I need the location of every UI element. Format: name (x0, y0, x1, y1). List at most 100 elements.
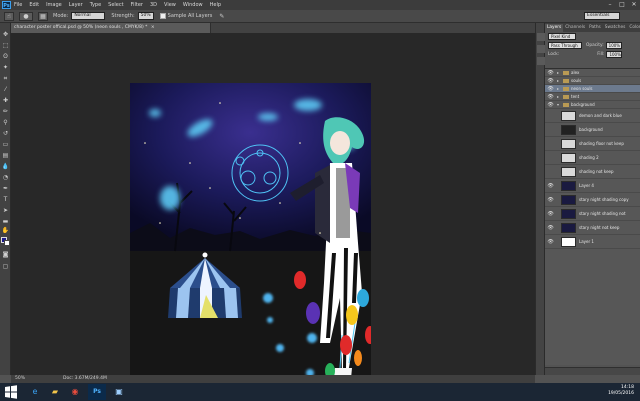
tab-layers[interactable]: Layers (545, 24, 564, 32)
zoom-level[interactable]: 50% (15, 375, 25, 383)
menu-layer[interactable]: Layer (69, 2, 83, 8)
eye-icon[interactable]: 👁 (547, 179, 554, 193)
eraser-tool-icon[interactable]: ▭ (1, 141, 10, 149)
eye-icon[interactable]: 👁 (547, 235, 554, 249)
windows-start-icon[interactable] (4, 385, 18, 399)
brush-preset-picker[interactable]: ● (19, 11, 33, 21)
layer-kind-filter[interactable]: Pixel Kind (548, 33, 576, 40)
brush-tool-icon[interactable]: ✏ (1, 108, 10, 116)
photoshop-taskbar-icon[interactable]: Ps (88, 384, 106, 400)
eye-icon[interactable]: 👁 (547, 85, 554, 93)
background-color-swatch[interactable] (4, 240, 10, 246)
blur-tool-icon[interactable]: 💧 (1, 163, 10, 171)
close-tab-icon[interactable]: × (151, 25, 155, 30)
layer-group-row[interactable]: 👁 ▸ alex (545, 69, 640, 77)
eye-icon[interactable]: 👁 (547, 77, 554, 85)
crop-tool-icon[interactable]: ⌗ (1, 75, 10, 83)
properties-panel-icon[interactable] (537, 45, 545, 53)
dodge-tool-icon[interactable]: ◔ (1, 174, 10, 182)
opacity-input[interactable]: 100% (605, 42, 622, 49)
tab-channels[interactable]: Channels (563, 24, 587, 32)
quick-select-tool-icon[interactable]: ✦ (1, 64, 10, 72)
layer-group-row[interactable]: 👁 ▸ tent (545, 93, 640, 101)
lasso-tool-icon[interactable]: ʘ (1, 53, 10, 61)
eye-icon[interactable]: 👁 (547, 193, 554, 207)
brush-panel-toggle-icon[interactable]: ▦ (38, 11, 48, 21)
fill-input[interactable]: 100% (606, 51, 623, 58)
expand-arrow-icon[interactable]: ▸ (557, 77, 559, 85)
menu-3d[interactable]: 3D (150, 2, 157, 8)
menu-view[interactable]: View (164, 2, 176, 8)
menu-window[interactable]: Window (183, 2, 203, 8)
hand-tool-icon[interactable]: ✋ (1, 227, 10, 235)
pen-tool-icon[interactable]: ✒ (1, 185, 10, 193)
strength-input[interactable]: 50% (137, 12, 154, 20)
expand-arrow-icon[interactable]: ▾ (557, 101, 559, 109)
move-tool-icon[interactable]: ✥ (1, 31, 10, 39)
expand-arrow-icon[interactable]: ▸ (557, 93, 559, 101)
file-explorer-icon[interactable]: ▰ (46, 384, 64, 400)
expand-arrow-icon[interactable]: ▸ (557, 85, 559, 93)
layer-group-row[interactable]: 👁 ▾ background (545, 101, 640, 109)
mode-select[interactable]: Normal (71, 12, 106, 20)
tab-swatches[interactable]: Swatches (603, 24, 628, 32)
menu-filter[interactable]: Filter (131, 2, 143, 8)
eyedropper-tool-icon[interactable]: ⁄ (1, 86, 10, 94)
clone-stamp-tool-icon[interactable]: ⚲ (1, 119, 10, 127)
eye-icon[interactable]: 👁 (547, 207, 554, 221)
finger-painting-icon[interactable]: ✎ (219, 13, 224, 20)
history-brush-tool-icon[interactable]: ↺ (1, 130, 10, 138)
layers-panel-footer (545, 367, 640, 375)
layer-row[interactable]: 👁 Layer 1 (545, 235, 640, 249)
layer-row[interactable]: demon and dark blue (545, 109, 640, 123)
eye-icon[interactable]: 👁 (547, 221, 554, 235)
smudge-tool-icon[interactable]: ☝ (4, 11, 14, 21)
layer-row[interactable]: background (545, 123, 640, 137)
menu-edit[interactable]: Edit (29, 2, 39, 8)
screen-mode-icon[interactable]: ▢ (1, 263, 10, 271)
path-selection-tool-icon[interactable]: ➤ (1, 207, 10, 215)
maximize-button[interactable]: □ (616, 0, 628, 10)
panel-tabs: Layers Channels Paths Swatches Color (545, 23, 640, 32)
expand-arrow-icon[interactable]: ▸ (557, 69, 559, 77)
document-workspace[interactable] (11, 33, 535, 396)
layer-row[interactable]: shading 2 (545, 151, 640, 165)
minimize-button[interactable]: – (604, 0, 616, 10)
menu-help[interactable]: Help (210, 2, 221, 8)
menu-select[interactable]: Select (108, 2, 123, 8)
menu-file[interactable]: File (14, 2, 22, 8)
internet-explorer-icon[interactable]: e (26, 384, 44, 400)
gradient-tool-icon[interactable]: ▤ (1, 152, 10, 160)
menu-image[interactable]: Image (46, 2, 62, 8)
history-panel-icon[interactable] (537, 33, 545, 41)
marquee-tool-icon[interactable]: ⬚ (1, 42, 10, 50)
document-tab[interactable]: character poster offical.psd @ 50% (neon… (11, 23, 211, 33)
layer-row[interactable]: 👁 stary night shading not (545, 207, 640, 221)
layer-group-row[interactable]: 👁 ▸ souls (545, 77, 640, 85)
type-tool-icon[interactable]: T (1, 196, 10, 204)
eye-icon[interactable]: 👁 (547, 69, 554, 77)
healing-brush-tool-icon[interactable]: ✚ (1, 97, 10, 105)
artwork-canvas[interactable] (130, 83, 371, 396)
quick-mask-icon[interactable]: ◙ (1, 251, 10, 259)
system-tray-clock[interactable]: 14:18 19/05/2016 (608, 385, 634, 397)
workspace-select[interactable]: Essentials (584, 12, 620, 20)
eye-icon[interactable]: 👁 (547, 101, 554, 109)
adjustments-panel-icon[interactable] (537, 57, 545, 65)
sample-all-layers-checkbox[interactable] (159, 13, 166, 19)
chrome-icon[interactable]: ◉ (66, 384, 84, 400)
layer-row[interactable]: shading floor not keep (545, 137, 640, 151)
photos-icon[interactable]: ▣ (110, 384, 128, 400)
layer-row[interactable]: 👁 Layer 4 (545, 179, 640, 193)
eye-icon[interactable]: 👁 (547, 93, 554, 101)
layer-row[interactable]: shading not keep (545, 165, 640, 179)
shape-tool-icon[interactable]: ▬ (1, 218, 10, 226)
tab-paths[interactable]: Paths (587, 24, 603, 32)
layer-group-row[interactable]: 👁 ▸ neon souls (545, 85, 640, 93)
blend-mode-select[interactable]: Pass Through (548, 42, 582, 49)
menu-type[interactable]: Type (90, 2, 101, 8)
layer-row[interactable]: 👁 stary night shading copy (545, 193, 640, 207)
layer-row[interactable]: 👁 stary night not keep (545, 221, 640, 235)
close-window-button[interactable]: ✕ (628, 0, 640, 10)
tab-color[interactable]: Color (627, 24, 640, 32)
